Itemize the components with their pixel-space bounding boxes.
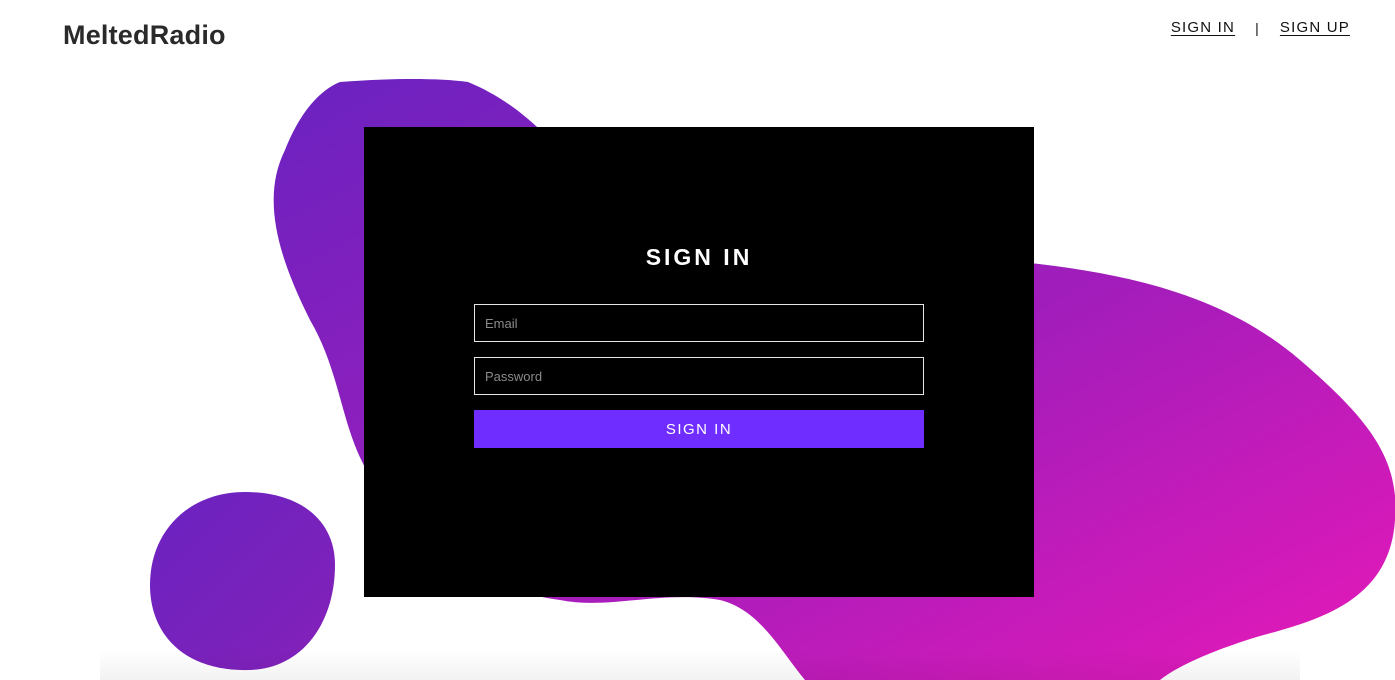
nav-sign-up-link[interactable]: SIGN UP	[1280, 19, 1350, 36]
password-field[interactable]	[474, 357, 924, 395]
bottom-shadow	[100, 650, 1300, 680]
top-nav: SIGN IN | SIGN UP	[1171, 19, 1350, 36]
sign-in-button[interactable]: SIGN IN	[474, 410, 924, 448]
nav-separator: |	[1255, 19, 1260, 36]
nav-sign-in-link[interactable]: SIGN IN	[1171, 19, 1235, 36]
email-field[interactable]	[474, 304, 924, 342]
signin-title: SIGN IN	[645, 244, 753, 270]
signin-card: SIGN IN SIGN IN	[364, 127, 1034, 597]
small-blob-shape	[150, 492, 335, 671]
signin-page: MeltedRadio SIGN IN | SIGN UP SIGN IN SI…	[0, 0, 1395, 680]
brand-logo[interactable]: MeltedRadio	[63, 20, 226, 51]
